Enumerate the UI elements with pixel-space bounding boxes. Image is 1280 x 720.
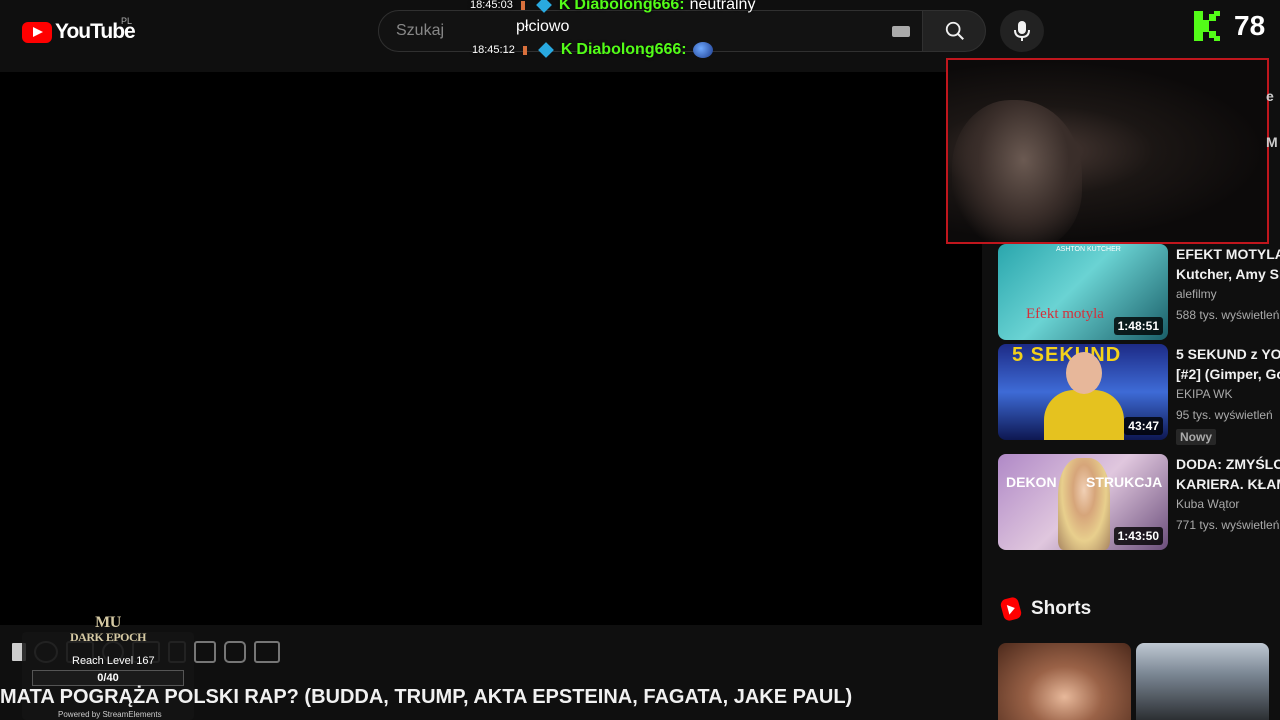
title-line: DODA: ZMYŚLO <box>1176 456 1280 472</box>
title-line: [#2] (Gimper, Gol <box>1176 366 1280 382</box>
keyboard-icon[interactable] <box>892 26 910 37</box>
channel-name[interactable]: EKIPA WK <box>1176 387 1232 401</box>
title-line: EFEKT MOTYLA <box>1176 246 1280 262</box>
emote-icon <box>692 42 713 58</box>
thumbnail-figure-head <box>1066 352 1102 394</box>
thumbnail-text: DEKON <box>1006 474 1057 490</box>
recommended-video[interactable]: 5 SEKUND 43:47 5 SEKUND z YOU [#2] (Gimp… <box>998 344 1280 445</box>
thumbnail-text: STRUKCJA <box>1086 474 1163 490</box>
cube-badge-icon <box>535 0 552 13</box>
chat-username: Diabolong666: <box>576 41 687 58</box>
chat-text: płciowo <box>516 18 570 35</box>
youtube-play-icon <box>22 21 52 43</box>
cropped-title: M <box>1266 134 1278 150</box>
youtube-logo[interactable]: YouTube <box>22 20 136 44</box>
chat-timestamp: 18:45:03 <box>470 0 513 11</box>
short-thumbnail[interactable] <box>998 643 1131 720</box>
video-thumbnail[interactable]: ASHTON KUTCHER Efekt motyla 1:48:51 <box>998 244 1168 340</box>
video-title: MATA POGRĄŻA POLSKI RAP? (BUDDA, TRUMP, … <box>0 686 853 708</box>
shorts-section-header: Shorts <box>999 596 1092 622</box>
logo-line-1: MU <box>95 614 121 631</box>
chat-username: Diabolong666: <box>574 0 685 13</box>
streamer-face <box>952 100 1082 242</box>
webcam-overlay <box>946 58 1269 244</box>
video-thumbnail[interactable]: DEKON STRUKCJA 1:43:50 <box>998 454 1168 550</box>
cropped-title: e <box>1266 88 1274 104</box>
video-duration: 43:47 <box>1124 417 1163 435</box>
keyboard-icon[interactable] <box>254 641 280 663</box>
thumbnail-text: Efekt motyla <box>1026 306 1104 322</box>
recommended-video[interactable]: ASHTON KUTCHER Efekt motyla 1:48:51 EFEK… <box>998 244 1280 340</box>
title-line: 5 SEKUND z YOU <box>1176 346 1280 362</box>
new-badge: Nowy <box>1176 429 1217 445</box>
logo-line-2: DARK EPOCH <box>70 630 147 644</box>
search-placeholder: Szukaj <box>396 22 445 39</box>
goal-progress-text: 0/40 <box>97 672 119 684</box>
badge-icon <box>522 45 527 55</box>
video-player[interactable] <box>0 72 982 625</box>
powered-by-text: Powered by StreamElements <box>58 710 162 719</box>
kick-badge-icon: K <box>558 0 571 13</box>
video-duration: 1:48:51 <box>1113 317 1163 335</box>
layout-button[interactable] <box>194 641 216 663</box>
viewer-count: 78 <box>1234 10 1266 41</box>
video-title[interactable]: 5 SEKUND z YOU [#2] (Gimper, Gol <box>1176 344 1280 384</box>
view-count: 588 tys. wyświetleń <box>1176 308 1280 322</box>
video-thumbnail[interactable]: 5 SEKUND 43:47 <box>998 344 1168 440</box>
cube-badge-icon <box>537 42 554 58</box>
badge-icon <box>520 0 525 10</box>
view-count: 771 tys. wyświetleń <box>1176 518 1280 532</box>
short-thumbnail[interactable] <box>1136 643 1269 720</box>
region-code: PL <box>121 16 133 26</box>
channel-name[interactable]: Kuba Wątor <box>1176 497 1239 511</box>
kick-logo-icon <box>1194 11 1220 41</box>
chat-message: 18:45:12 K Diabolong666: <box>472 41 713 59</box>
video-title[interactable]: DODA: ZMYŚLO KARIERA. KŁAM <box>1176 454 1280 494</box>
thumbnail-figure <box>1044 390 1124 440</box>
view-count: 95 tys. wyświetleń <box>1176 408 1273 422</box>
title-line: Kutcher, Amy Sm <box>1176 266 1280 282</box>
goal-progress-bar: 0/40 <box>32 670 184 686</box>
recommended-video[interactable]: DEKON STRUKCJA 1:43:50 DODA: ZMYŚLO KARI… <box>998 454 1280 550</box>
shorts-title: Shorts <box>1031 598 1092 619</box>
video-duration: 1:43:50 <box>1113 527 1163 545</box>
chat-timestamp: 18:45:12 <box>472 44 515 56</box>
voice-search-button[interactable] <box>1000 10 1044 52</box>
search-button[interactable] <box>922 10 986 52</box>
camera-icon[interactable] <box>224 641 246 663</box>
goal-label: Reach Level 167 <box>72 655 155 667</box>
title-line: KARIERA. KŁAM <box>1176 476 1280 492</box>
thumbnail-caption: ASHTON KUTCHER <box>1056 246 1121 253</box>
chat-message: 18:45:03 K Diabolong666: neutralny <box>470 0 755 14</box>
video-title[interactable]: EFEKT MOTYLA Kutcher, Amy Sm <box>1176 244 1280 284</box>
thumbnail-figure <box>1058 458 1110 550</box>
viewer-counter: 78 <box>1194 10 1265 42</box>
kick-badge-icon: K <box>560 41 573 58</box>
shorts-icon <box>999 596 1023 622</box>
channel-name[interactable]: alefilmy <box>1176 287 1217 301</box>
search-icon <box>945 21 964 40</box>
chat-text: neutralny <box>689 0 756 13</box>
game-logo: MU DARK EPOCH <box>70 614 147 645</box>
microphone-icon <box>1014 21 1030 41</box>
